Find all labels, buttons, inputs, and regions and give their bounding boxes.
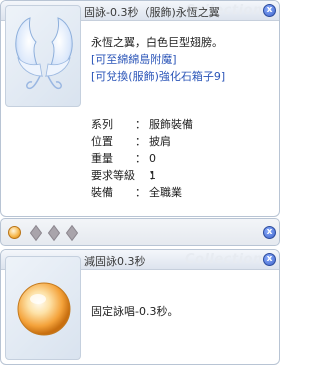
property-row: 重量 ： 0 xyxy=(91,150,277,167)
card-description: 固定詠唱-0.3秒。 xyxy=(91,305,179,318)
card-slot-empty[interactable] xyxy=(65,224,79,242)
watermark-text: Collections xyxy=(184,252,271,267)
enchant-link[interactable]: [可至綿綿島附魔] xyxy=(91,51,277,68)
exchange-link[interactable]: [可兌換(服飾)強化石箱子9] xyxy=(91,68,277,85)
close-button[interactable]: x xyxy=(263,4,276,17)
card-slot-empty[interactable] xyxy=(47,224,61,242)
property-key: 裝備 xyxy=(91,186,113,199)
card-title: 減固詠0.3秒 xyxy=(84,255,146,268)
property-row: 系列 ： 服飾裝備 xyxy=(91,116,277,133)
card-image-frame xyxy=(5,256,81,360)
property-sep: ： xyxy=(135,186,146,199)
property-value: 1 xyxy=(149,169,156,182)
property-sep: ： xyxy=(135,135,146,148)
property-key: 系列 xyxy=(91,118,113,131)
card-slot-filled[interactable] xyxy=(8,226,21,239)
close-icon: x xyxy=(266,227,273,237)
property-key: 位置 xyxy=(91,135,113,148)
slot-bar-close-button[interactable]: x xyxy=(263,226,276,239)
property-sep: ： xyxy=(135,152,146,165)
close-icon: x xyxy=(266,254,273,264)
close-button[interactable]: x xyxy=(263,253,276,266)
property-row: 裝備 ： 全職業 xyxy=(91,184,277,201)
item-info-window: Collections 固詠-0.3秒（服飾)永恆之翼 x 永恆之翼，白色巨型翅… xyxy=(0,0,280,217)
item-description: 永恆之翼，白色巨型翅膀。 [可至綿綿島附魔] [可兌換(服飾)強化石箱子9] xyxy=(91,34,277,85)
property-value: 服飾裝備 xyxy=(149,118,193,131)
property-row: 要求等級 ： 1 xyxy=(91,167,277,184)
close-icon: x xyxy=(266,5,273,15)
angel-wings-icon xyxy=(15,17,73,90)
item-image-frame xyxy=(5,5,81,107)
property-key: 重量 xyxy=(91,152,113,165)
property-sep: ： xyxy=(135,118,146,131)
property-row: 位置 ： 披肩 xyxy=(91,133,277,150)
item-title: 固詠-0.3秒（服飾)永恆之翼 xyxy=(84,6,220,19)
item-properties: 系列 ： 服飾裝備 位置 ： 披肩 重量 ： 0 要求等級 ： 1 裝備 ： 全… xyxy=(91,116,277,201)
property-value: 全職業 xyxy=(149,186,182,199)
property-value: 0 xyxy=(149,152,156,165)
property-value: 披肩 xyxy=(149,135,171,148)
card-slot-empty[interactable] xyxy=(29,224,43,242)
property-key: 要求等級 xyxy=(91,169,135,182)
description-text: 永恆之翼，白色巨型翅膀。 xyxy=(91,36,223,49)
card-info-window: Collections 減固詠0.3秒 x 固定詠唱-0.3秒。 xyxy=(0,249,280,365)
card-slot-bar: x xyxy=(0,218,280,246)
orange-orb-icon xyxy=(17,282,71,336)
